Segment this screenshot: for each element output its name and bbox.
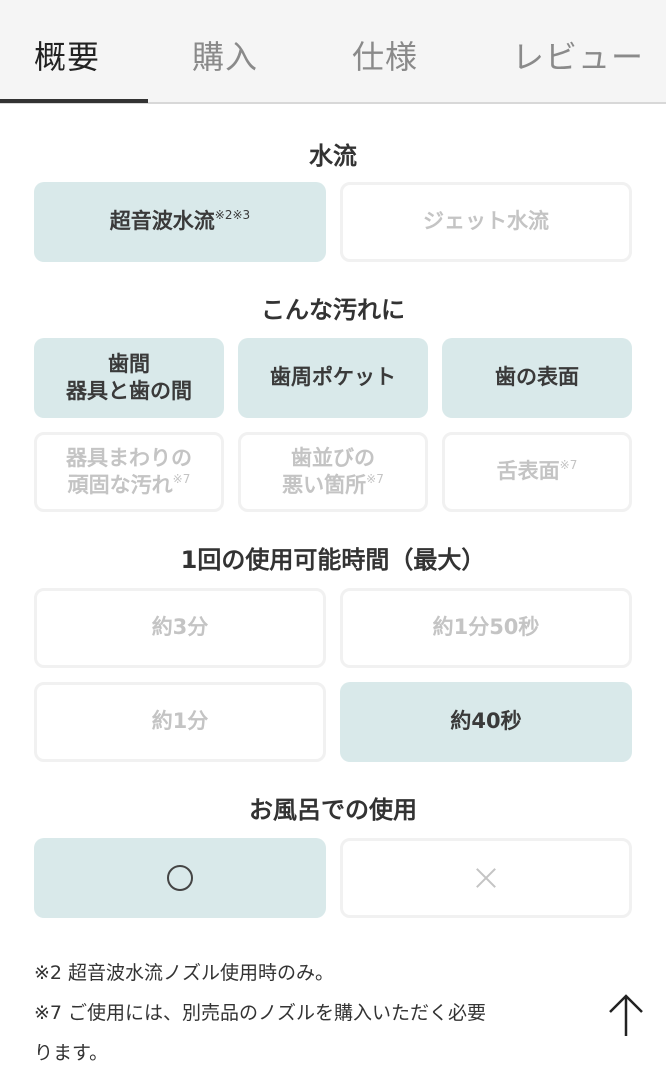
cross-icon xyxy=(475,867,497,889)
tab-bar: 概要 購入 仕様 レビュー xyxy=(0,0,666,104)
footnote-ref: ※2※3 xyxy=(214,208,251,223)
water-flow-title: 水流 xyxy=(309,142,357,170)
option-label: 歯並びの 悪い箇所※7 xyxy=(282,445,384,497)
option-bath-no[interactable] xyxy=(340,838,632,918)
option-periodontal-pocket[interactable]: 歯周ポケット xyxy=(238,338,428,418)
footnote-ref: ※7 xyxy=(559,458,578,473)
option-jet-flow[interactable]: ジェット水流 xyxy=(340,182,632,262)
stains-title: こんな汚れに xyxy=(261,296,405,324)
option-40sec[interactable]: 約40秒 xyxy=(340,682,632,762)
footnote-ref: ※7 xyxy=(172,472,191,486)
option-label: 器具まわりの 頑固な汚れ※7 xyxy=(66,445,192,497)
tab-specs[interactable]: 仕様 xyxy=(352,32,418,78)
option-3min[interactable]: 約3分 xyxy=(34,588,326,668)
option-label: 約3分 xyxy=(151,615,209,640)
bath-use-title: お風呂での使用 xyxy=(249,796,417,824)
option-appliance-stains[interactable]: 器具まわりの 頑固な汚れ※7 xyxy=(34,432,224,512)
option-between-teeth[interactable]: 歯間 器具と歯の間 xyxy=(34,338,224,418)
option-label: 歯間 器具と歯の間 xyxy=(66,351,192,403)
option-label: 約40秒 xyxy=(450,709,522,734)
back-to-top-arrow-icon[interactable] xyxy=(604,990,648,1040)
footnote-7-continued: ります。 xyxy=(34,1042,109,1064)
option-tooth-surface[interactable]: 歯の表面 xyxy=(442,338,632,418)
footnote-2: ※2 超音波水流ノズル使用時のみ。 xyxy=(34,962,335,984)
option-label: 約1分50秒 xyxy=(432,615,540,640)
active-tab-indicator xyxy=(0,99,148,103)
tab-overview[interactable]: 概要 xyxy=(34,32,100,78)
option-label: ジェット水流 xyxy=(423,209,549,234)
tab-reviews[interactable]: レビュー xyxy=(512,32,644,78)
option-1min50sec[interactable]: 約1分50秒 xyxy=(340,588,632,668)
footnote-7: ※7 ご使用には、別売品のノズルを購入いただく必要 xyxy=(34,1002,487,1024)
usage-time-title: 1回の使用可能時間（最大） xyxy=(180,546,486,574)
option-label: 超音波水流※2※3 xyxy=(109,208,251,234)
footnote-ref: ※7 xyxy=(366,472,384,486)
option-ultrasonic-flow[interactable]: 超音波水流※2※3 xyxy=(34,182,326,262)
option-label: 歯の表面 xyxy=(495,365,579,390)
option-label: 舌表面※7 xyxy=(496,458,578,484)
circle-icon xyxy=(167,865,193,891)
option-label: 歯周ポケット xyxy=(270,365,396,390)
option-label: 約1分 xyxy=(151,709,209,734)
tab-purchase[interactable]: 購入 xyxy=(192,32,258,78)
option-1min[interactable]: 約1分 xyxy=(34,682,326,762)
option-crooked-teeth[interactable]: 歯並びの 悪い箇所※7 xyxy=(238,432,428,512)
option-bath-yes[interactable] xyxy=(34,838,326,918)
option-tongue-surface[interactable]: 舌表面※7 xyxy=(442,432,632,512)
